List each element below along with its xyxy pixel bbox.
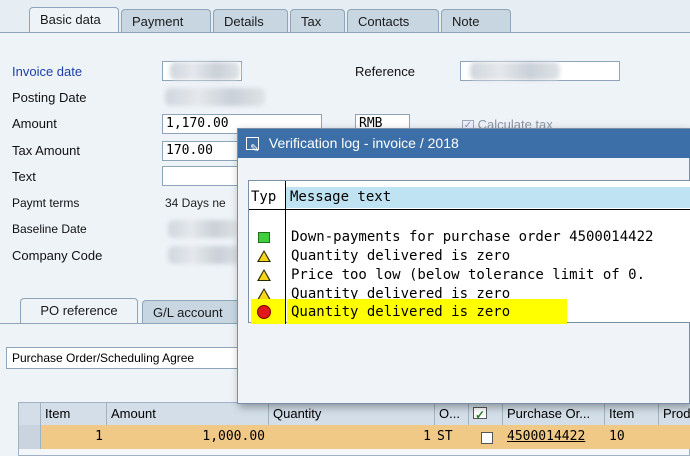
- tab-details[interactable]: Details: [213, 9, 288, 33]
- company-code-redaction: [168, 246, 243, 264]
- paymt-terms-value: 34 Days ne: [165, 196, 226, 210]
- tab-contacts[interactable]: Contacts: [347, 9, 439, 33]
- message-text: Down-payments for purchase order 4500014…: [291, 229, 654, 245]
- amount-label: Amount: [12, 116, 57, 131]
- select-all-icon: ✓: [473, 407, 487, 422]
- invoice-date-label: Invoice date: [12, 64, 83, 79]
- invoice-date-redaction: [170, 62, 240, 80]
- col-prod-header[interactable]: Prod: [659, 403, 690, 425]
- list-item[interactable]: Quantity delivered is zero: [249, 247, 690, 266]
- col-select-header[interactable]: ✓: [469, 403, 503, 425]
- warning-icon: [257, 269, 271, 281]
- col-order-unit-header[interactable]: O...: [435, 403, 469, 425]
- row-selector[interactable]: [19, 425, 41, 449]
- reference-type-dropdown[interactable]: Purchase Order/Scheduling Agree: [6, 347, 241, 369]
- posting-date-redaction: [165, 88, 265, 106]
- col-item-header[interactable]: Item: [41, 403, 107, 425]
- row-purchase-order-link[interactable]: 4500014422: [507, 425, 603, 449]
- error-icon: [257, 305, 271, 319]
- col-quantity-header[interactable]: Quantity: [269, 403, 435, 425]
- tab-basic-data[interactable]: Basic data: [29, 7, 119, 33]
- list-item[interactable]: Down-payments for purchase order 4500014…: [249, 228, 690, 247]
- tab-tax[interactable]: Tax: [290, 9, 345, 33]
- row-checkbox[interactable]: [481, 432, 493, 444]
- message-text: Quantity delivered is zero: [291, 304, 511, 320]
- dialog-title: Verification log - invoice / 2018: [268, 135, 459, 151]
- col-purchase-order-header[interactable]: Purchase Or...: [503, 403, 605, 425]
- grid-corner: [19, 403, 41, 425]
- col-po-item-header[interactable]: Item: [605, 403, 659, 425]
- edit-icon: ✎: [246, 137, 259, 155]
- row-quantity[interactable]: 1: [269, 425, 431, 449]
- col-amount-header[interactable]: Amount: [107, 403, 269, 425]
- tab-payment[interactable]: Payment: [121, 9, 211, 33]
- row-amount[interactable]: 1,000.00: [107, 425, 265, 449]
- company-code-label: Company Code: [12, 248, 103, 263]
- warning-icon: [257, 250, 271, 262]
- tab-gl-account[interactable]: G/L account: [142, 300, 242, 324]
- header-divider: [249, 209, 690, 210]
- baseline-date-label: Baseline Date: [12, 222, 87, 236]
- message-text: Price too low (below tolerance limit of …: [291, 267, 646, 283]
- text-label: Text: [12, 169, 36, 184]
- baseline-date-redaction: [168, 220, 238, 238]
- dialog-title-bar[interactable]: ✎ Verification log - invoice / 2018: [238, 129, 690, 158]
- reference-label: Reference: [355, 64, 415, 79]
- list-item[interactable]: Price too low (below tolerance limit of …: [249, 266, 690, 285]
- items-grid: Item Amount Quantity O... ✓ Purchase Or.…: [18, 402, 690, 456]
- reference-redaction: [470, 62, 560, 80]
- posting-date-label: Posting Date: [12, 90, 87, 105]
- paymt-terms-label: Paymt terms: [12, 196, 80, 210]
- row-po-item: 10: [609, 429, 625, 444]
- green-square-icon: [258, 232, 270, 243]
- message-list: Typ Message text Down-payments for purch…: [248, 180, 690, 324]
- col-typ-header: Typ: [249, 187, 285, 208]
- verification-log-dialog: ✎ Verification log - invoice / 2018 Typ …: [237, 128, 690, 404]
- tax-amount-label: Tax Amount: [12, 143, 80, 158]
- tab-note[interactable]: Note: [441, 9, 511, 33]
- row-uom: ST: [437, 429, 453, 444]
- col-message-header: Message text: [286, 187, 690, 208]
- message-text: Quantity delivered is zero: [291, 248, 511, 264]
- tab-po-reference[interactable]: PO reference: [20, 298, 138, 324]
- list-item[interactable]: Quantity delivered is zero: [249, 303, 690, 322]
- row-item: 1: [95, 429, 103, 444]
